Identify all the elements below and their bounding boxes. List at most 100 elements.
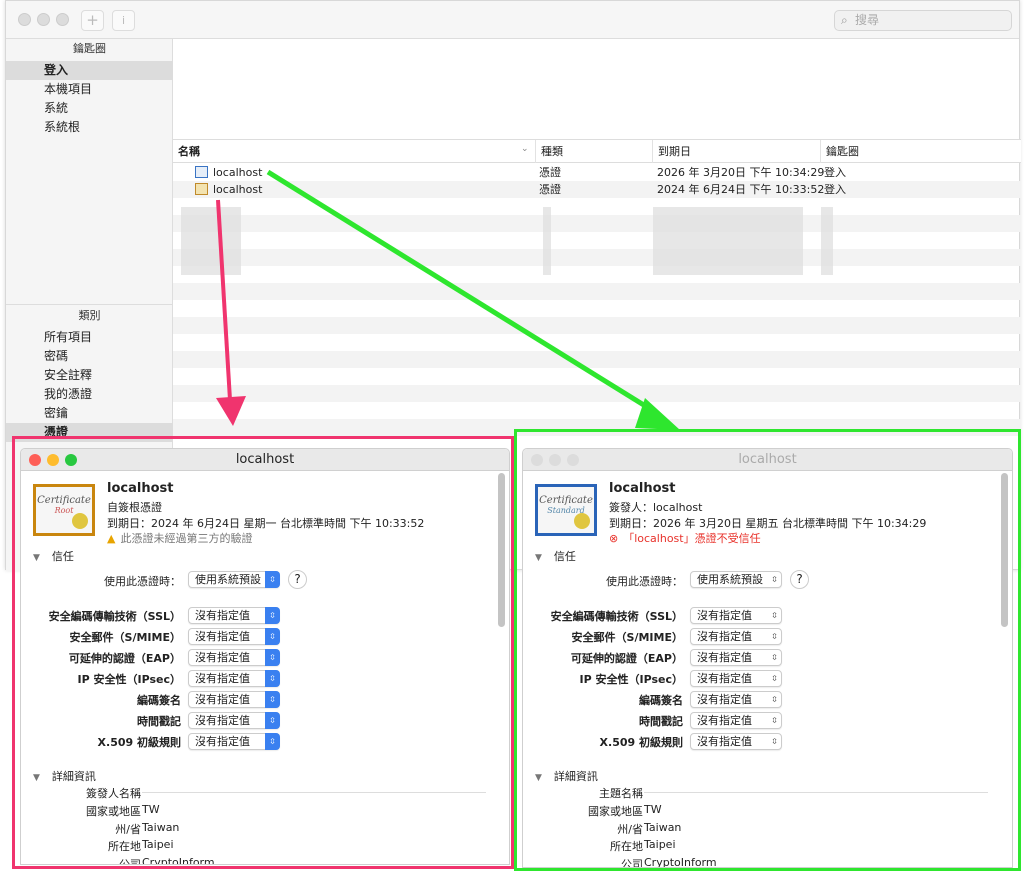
minimize-button[interactable] — [549, 454, 561, 466]
trust-select[interactable]: 沒有指定值 ⇳ — [690, 628, 782, 645]
column-name[interactable]: 名稱 — [173, 140, 533, 163]
stepper-icon: ⇳ — [265, 712, 280, 729]
stepper-icon: ⇳ — [265, 607, 280, 624]
select-value: 沒有指定值 — [195, 672, 250, 685]
sidebar-item-category[interactable]: 安全註釋 — [6, 366, 173, 385]
search-placeholder: 搜尋 — [855, 13, 880, 27]
sidebar-item-category[interactable]: 我的憑證 — [6, 385, 173, 404]
detail-value: Taiwan — [142, 820, 180, 834]
add-button[interactable]: + — [81, 10, 104, 31]
close-button[interactable] — [18, 13, 31, 26]
zoom-button[interactable] — [56, 13, 69, 26]
trust-label: X.509 初級規則 — [599, 736, 683, 749]
sidebar-item-keychain[interactable]: 本機項目 — [6, 80, 173, 99]
column-keychain[interactable]: 鑰匙圈 — [820, 140, 859, 163]
when-using-select[interactable]: 使用系統預設 ⇳ — [690, 571, 782, 588]
trust-label: 時間戳記 — [639, 715, 683, 728]
dialog-title: localhost — [21, 449, 509, 471]
warning-icon: ▲ — [107, 532, 116, 545]
sidebar-item-keychain[interactable]: 登入 — [6, 61, 173, 80]
select-value: 沒有指定值 — [697, 735, 752, 748]
select-value: 沒有指定值 — [697, 714, 752, 727]
details-section-label: 簽發人名稱 — [86, 787, 141, 800]
scrollbar-thumb[interactable] — [498, 473, 505, 627]
select-value: 沒有指定值 — [697, 630, 752, 643]
search-input[interactable]: ⌕ 搜尋 — [834, 10, 1012, 31]
when-using-select[interactable]: 使用系統預設 ⇳ — [188, 571, 280, 588]
trust-select[interactable]: 沒有指定值 ⇳ — [188, 712, 280, 729]
detail-label: 州/省 — [115, 822, 141, 836]
trust-select[interactable]: 沒有指定值 ⇳ — [690, 607, 782, 624]
close-button[interactable] — [531, 454, 543, 466]
divider — [142, 792, 486, 793]
select-value: 沒有指定值 — [195, 693, 250, 706]
row-keychain: 登入 — [824, 166, 846, 179]
trust-select[interactable]: 沒有指定值 ⇳ — [188, 670, 280, 687]
certificate-name: localhost — [609, 481, 676, 496]
scrollbar[interactable] — [498, 473, 506, 864]
help-button[interactable]: ? — [288, 570, 307, 589]
sidebar-item-keychain[interactable]: 系統 — [6, 99, 173, 118]
close-button[interactable] — [29, 454, 41, 466]
details-section-label: 主題名稱 — [599, 787, 643, 800]
trust-select[interactable]: 沒有指定值 ⇳ — [188, 649, 280, 666]
detail-label: 州/省 — [617, 822, 643, 836]
sidebar-item-category[interactable]: 密碼 — [6, 347, 173, 366]
zoom-button[interactable] — [65, 454, 77, 466]
trust-select[interactable]: 沒有指定值 ⇳ — [188, 607, 280, 624]
trust-header: 信任 — [553, 550, 576, 563]
stepper-icon: ⇳ — [265, 571, 280, 588]
trust-select[interactable]: 沒有指定值 ⇳ — [188, 691, 280, 708]
table-row[interactable]: localhost 憑證 2024 年 6月24日 下午 10:33:52 登入 — [173, 181, 1021, 198]
detail-value: Taipei — [644, 838, 676, 851]
detail-value: TW — [644, 803, 662, 816]
info-button[interactable]: i — [112, 10, 135, 31]
trust-select[interactable]: 沒有指定值 ⇳ — [690, 670, 782, 687]
details-section-toggle[interactable]: ▼ 詳細資訊 — [535, 768, 598, 784]
trust-select[interactable]: 沒有指定值 ⇳ — [690, 733, 782, 750]
status-text: 「localhost」憑證不受信任 — [623, 532, 761, 545]
select-value: 沒有指定值 — [195, 630, 250, 643]
stepper-icon: ⇳ — [771, 611, 778, 620]
table-row-empty — [173, 232, 1021, 249]
details-section-toggle[interactable]: ▼ 詳細資訊 — [33, 768, 96, 784]
minimize-button[interactable] — [47, 454, 59, 466]
help-button[interactable]: ? — [790, 570, 809, 589]
chevron-down-icon[interactable]: ⌄ — [521, 144, 529, 154]
trust-section-toggle[interactable]: ▼ 信任 — [535, 548, 576, 564]
sidebar-item-category[interactable]: 所有項目 — [6, 328, 173, 347]
trust-label: 安全編碼傳輸技術（SSL） — [48, 610, 181, 623]
trust-label: 安全編碼傳輸技術（SSL） — [550, 610, 683, 623]
trust-section-toggle[interactable]: ▼ 信任 — [33, 548, 74, 564]
certificate-word: Certificate — [539, 495, 593, 506]
redacted-block — [181, 207, 241, 275]
trust-select[interactable]: 沒有指定值 ⇳ — [690, 712, 782, 729]
certificate-dialog-root: localhost Certificate Root localhost 自簽根憑證 到期… — [20, 448, 510, 865]
stepper-icon: ⇳ — [265, 628, 280, 645]
column-expires[interactable]: 到期日 — [652, 140, 691, 163]
row-kind: 憑證 — [539, 166, 561, 179]
trust-select[interactable]: 沒有指定值 ⇳ — [690, 691, 782, 708]
scrollbar[interactable] — [1001, 473, 1009, 867]
plus-icon: + — [86, 11, 99, 29]
scrollbar-thumb[interactable] — [1001, 473, 1008, 627]
trust-select[interactable]: 沒有指定值 ⇳ — [188, 628, 280, 645]
trust-label: 安全郵件（S/MIME） — [69, 631, 181, 644]
stepper-icon: ⇳ — [771, 575, 778, 584]
disclosure-triangle-icon: ▼ — [535, 773, 542, 783]
table-row-empty — [173, 249, 1021, 266]
column-kind[interactable]: 種類 — [535, 140, 563, 163]
zoom-button[interactable] — [567, 454, 579, 466]
trust-label: 編碼簽名 — [137, 694, 181, 707]
sidebar-item-keychain[interactable]: 系統根 — [6, 118, 173, 137]
trust-select[interactable]: 沒有指定值 ⇳ — [690, 649, 782, 666]
detail-value: CryptoInform — [142, 855, 215, 865]
trust-select[interactable]: 沒有指定值 ⇳ — [188, 733, 280, 750]
detail-label: 所在地 — [610, 840, 643, 853]
error-icon: ⊗ — [609, 532, 619, 545]
sidebar-item-category[interactable]: 密鑰 — [6, 404, 173, 423]
minimize-button[interactable] — [37, 13, 50, 26]
stepper-icon: ⇳ — [771, 653, 778, 662]
table-row[interactable]: localhost 憑證 2026 年 3月20日 下午 10:34:29 登入 — [173, 164, 1021, 181]
certificate-dialog-localhost: localhost Certificate Standard localhost 簽發人… — [522, 448, 1013, 868]
